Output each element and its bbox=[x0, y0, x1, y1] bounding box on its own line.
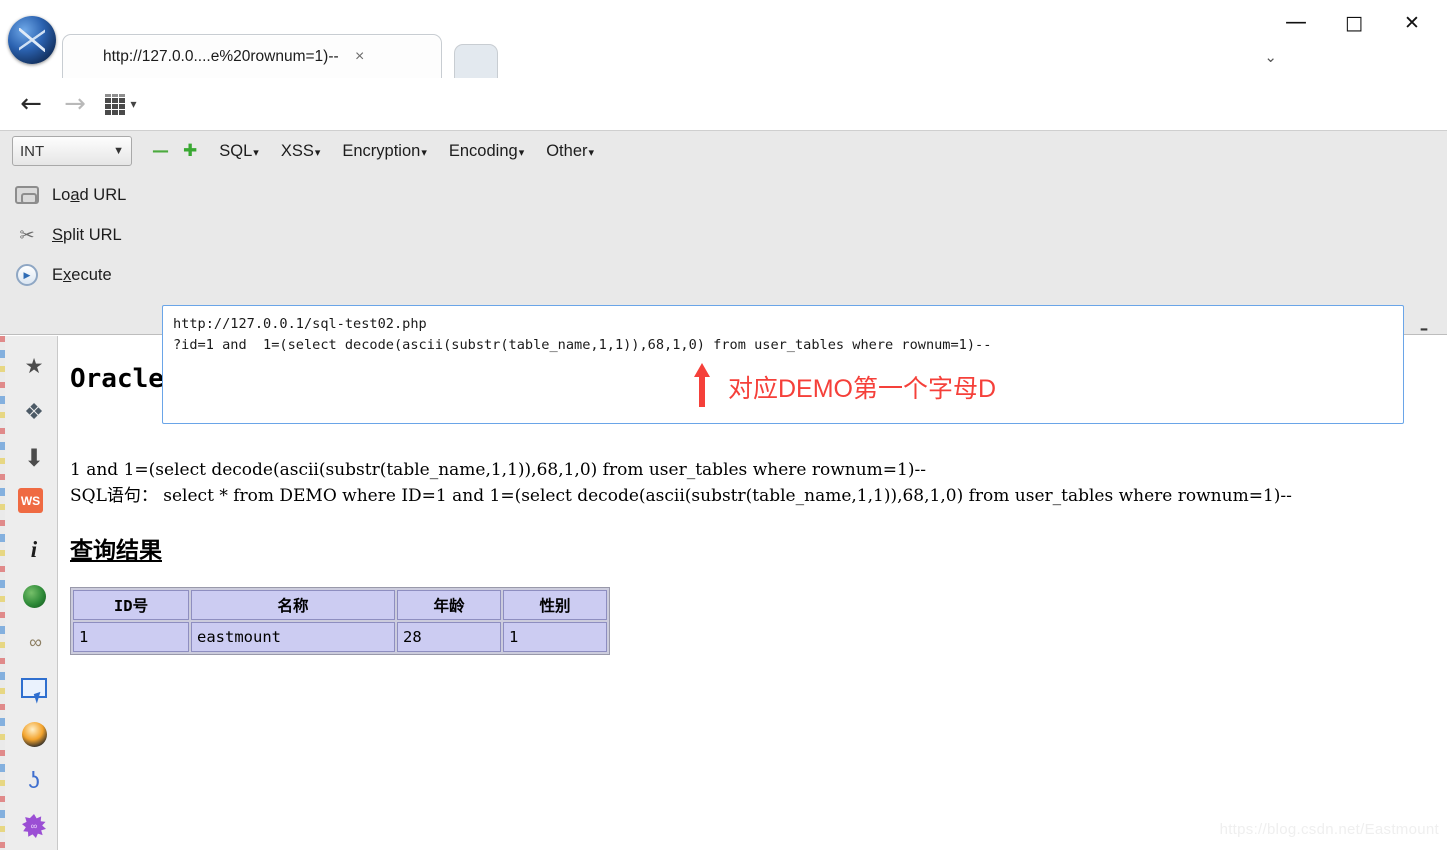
virus-purple-icon[interactable]: ∞ bbox=[18, 810, 50, 842]
url-textarea[interactable]: http://127.0.0.1/sql-test02.php ?id=1 an… bbox=[162, 305, 1404, 424]
result-heading: 查询结果 bbox=[70, 537, 162, 563]
execute-icon: ▶ bbox=[12, 262, 42, 288]
load-url-button[interactable]: Load URL bbox=[12, 175, 152, 215]
execute-label: Execute bbox=[52, 265, 112, 284]
menu-other[interactable]: Other▾ bbox=[546, 142, 594, 161]
menu-other-label: Other bbox=[546, 141, 588, 160]
cell-sex: 1 bbox=[503, 622, 607, 652]
bookmarks-star-icon[interactable]: ★ bbox=[18, 350, 50, 382]
watermark: https://blog.csdn.net/Eastmount bbox=[1219, 821, 1439, 838]
menu-encryption[interactable]: Encryption▾ bbox=[342, 142, 427, 161]
element-picker-icon[interactable] bbox=[18, 672, 50, 704]
sql-statement-output: 1 and 1=(select decode(ascii(substr(tabl… bbox=[70, 460, 1292, 506]
table-header-row: ID号 名称 年龄 性别 bbox=[73, 590, 607, 620]
maximize-button[interactable]: □ bbox=[1325, 0, 1383, 46]
add-icon[interactable]: ✚ bbox=[183, 142, 197, 160]
chevron-down-icon: ▾ bbox=[314, 146, 321, 159]
load-url-label: Load URL bbox=[52, 185, 127, 204]
sidebar-color-stripe bbox=[0, 336, 5, 850]
left-icon-sidebar: ★ ❖ ⬇ WS i ∞ ʖ ∞ bbox=[0, 336, 58, 850]
column-header-sex: 性别 bbox=[503, 590, 607, 620]
glasses-icon[interactable]: ∞ bbox=[18, 626, 50, 658]
browser-window: http://127.0.0....e%20rownum=1)-- × ⌄ — … bbox=[0, 0, 1447, 850]
red-annotation-text: 对应DEMO第一个字母D bbox=[728, 375, 997, 403]
query-result-table: ID号 名称 年龄 性别 1 eastmount 28 1 bbox=[70, 587, 610, 655]
seahorse-icon[interactable]: ʖ bbox=[18, 764, 50, 796]
apps-caret-icon[interactable]: ▾ bbox=[130, 97, 136, 111]
type-select-value: INT bbox=[20, 142, 45, 160]
column-header-name: 名称 bbox=[191, 590, 395, 620]
menu-xss-label: XSS bbox=[280, 141, 314, 160]
new-tab-button[interactable] bbox=[454, 44, 499, 78]
cell-age: 28 bbox=[397, 622, 501, 652]
column-header-id: ID号 bbox=[73, 590, 189, 620]
firefox-green-icon[interactable] bbox=[18, 580, 50, 612]
minimize-button[interactable]: — bbox=[1267, 0, 1325, 46]
menu-sql[interactable]: SQL▾ bbox=[219, 142, 259, 161]
navigation-bar: ← → ▾ 127.0.0.1/sql-test02.php?id=1 and … bbox=[0, 78, 1447, 196]
menu-encoding[interactable]: Encoding▾ bbox=[449, 142, 524, 161]
split-url-button[interactable]: ✂ Split URL bbox=[12, 215, 152, 255]
apps-grid-glyph bbox=[105, 94, 127, 115]
window-controls: — □ ✕ bbox=[1267, 0, 1441, 46]
close-button[interactable]: ✕ bbox=[1383, 0, 1441, 46]
browser-tab[interactable]: http://127.0.0....e%20rownum=1)-- × bbox=[62, 34, 442, 78]
chevron-down-icon: ▾ bbox=[253, 146, 259, 159]
tab-close-icon[interactable]: × bbox=[355, 35, 364, 79]
load-url-icon bbox=[12, 182, 42, 208]
menu-encoding-label: Encoding bbox=[448, 141, 518, 160]
column-header-age: 年龄 bbox=[397, 590, 501, 620]
forward-icon[interactable]: → bbox=[58, 88, 92, 120]
split-url-label: Split URL bbox=[52, 225, 122, 244]
cell-name: eastmount bbox=[191, 622, 395, 652]
info-italic-icon[interactable]: i bbox=[18, 534, 50, 566]
menu-xss[interactable]: XSS▾ bbox=[281, 142, 321, 161]
web-sniffer-ws-icon[interactable]: WS bbox=[18, 488, 43, 513]
type-select[interactable]: INT ▼ bbox=[12, 136, 132, 166]
tab-list-chevron-down-icon[interactable]: ⌄ bbox=[1264, 48, 1277, 66]
back-icon[interactable]: ← bbox=[14, 88, 48, 120]
split-url-icon: ✂ bbox=[19, 224, 35, 245]
hackbar-panel: INT ▼ — ✚ SQL▾ XSS▾ Encryption▾ Encoding… bbox=[0, 130, 1447, 449]
table-row: 1 eastmount 28 1 bbox=[73, 622, 607, 652]
chevron-down-icon: ▾ bbox=[421, 146, 427, 159]
chevron-down-icon: ▾ bbox=[588, 146, 595, 159]
cell-id: 1 bbox=[73, 622, 189, 652]
menu-sql-label: SQL bbox=[219, 141, 253, 160]
red-arrow-annotation-icon bbox=[694, 363, 710, 407]
tab-title: http://127.0.0....e%20rownum=1)-- bbox=[103, 48, 339, 65]
execute-button[interactable]: ▶ Execute bbox=[12, 255, 152, 295]
downloads-arrow-icon[interactable]: ⬇ bbox=[18, 442, 50, 474]
tab-strip: http://127.0.0....e%20rownum=1)-- × bbox=[62, 34, 499, 78]
hackbar-actions: Load URL ✂ Split URL ▶ Execute bbox=[12, 175, 152, 295]
remove-icon[interactable]: — bbox=[152, 142, 169, 160]
hackbar-toolbar: INT ▼ — ✚ SQL▾ XSS▾ Encryption▾ Encoding… bbox=[0, 131, 1447, 171]
apps-grid-icon[interactable]: ▾ bbox=[100, 88, 142, 120]
chevron-down-icon: ▾ bbox=[518, 146, 525, 159]
puzzle-addon-icon[interactable]: ❖ bbox=[18, 396, 50, 428]
menu-encryption-label: Encryption bbox=[342, 141, 421, 160]
firefox-logo-icon bbox=[8, 16, 56, 64]
title-bar: http://127.0.0....e%20rownum=1)-- × ⌄ — … bbox=[0, 0, 1447, 78]
orange-sphere-icon[interactable] bbox=[18, 718, 50, 750]
chevron-down-icon: ▼ bbox=[113, 145, 124, 157]
